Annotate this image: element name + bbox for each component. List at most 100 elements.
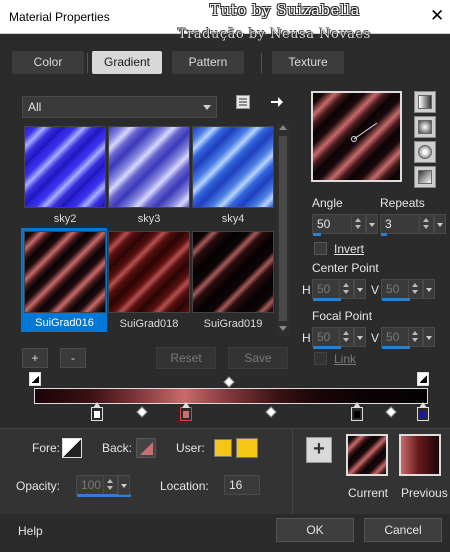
previous-label: Previous xyxy=(401,486,448,500)
center-h-dropdown-icon[interactable] xyxy=(354,279,366,299)
arrow-right-icon[interactable] xyxy=(270,95,284,109)
opacity-midpoint[interactable] xyxy=(223,376,235,388)
opacity-stop-right[interactable] xyxy=(417,372,429,386)
previous-gradient-swatch[interactable] xyxy=(399,434,441,476)
tab-color[interactable]: Color xyxy=(12,51,84,74)
back-label: Back: xyxy=(102,441,133,455)
linear-style-icon[interactable] xyxy=(414,91,436,113)
stepper-arrows-icon[interactable] xyxy=(408,280,422,298)
scrollbar-thumb[interactable] xyxy=(279,136,287,321)
radial-style-icon[interactable] xyxy=(414,166,436,188)
swatch-label: sky3 xyxy=(137,213,161,225)
focal-h-stepper[interactable]: 50 xyxy=(312,327,354,349)
color-midpoint[interactable] xyxy=(136,406,148,418)
angle-stepper[interactable]: 50 xyxy=(312,214,366,236)
fore-label: Fore: xyxy=(32,441,61,455)
focal-h-dropdown-icon[interactable] xyxy=(354,327,366,347)
category-value: All xyxy=(28,100,42,114)
category-dropdown[interactable]: All xyxy=(22,96,217,118)
tab-divider xyxy=(261,53,262,73)
current-label: Current xyxy=(348,486,389,500)
center-h-stepper[interactable]: 50 xyxy=(312,279,354,301)
background-color-button[interactable] xyxy=(136,438,156,458)
color-midpoint[interactable] xyxy=(385,406,397,418)
focal-h-level-bar xyxy=(313,346,341,349)
invert-label[interactable]: Invert xyxy=(334,242,364,256)
watermark-line-1: Tuto by Suizabella xyxy=(210,1,360,19)
tab-texture[interactable]: Texture xyxy=(272,51,344,74)
user-color-swatch[interactable] xyxy=(214,439,232,457)
color-stop[interactable] xyxy=(417,402,429,421)
tab-gradient[interactable]: Gradient xyxy=(92,51,162,74)
focal-h-value: 50 xyxy=(317,330,331,344)
sunburst-style-icon[interactable] xyxy=(414,141,436,163)
opacity-dropdown-icon[interactable] xyxy=(118,475,130,495)
focal-point-label: Focal Point xyxy=(312,309,373,323)
focal-v-stepper[interactable]: 50 xyxy=(381,327,423,349)
angle-label: Angle xyxy=(312,196,343,210)
center-h-value: 50 xyxy=(317,282,331,296)
angle-dropdown-icon[interactable] xyxy=(366,214,378,234)
repeats-dropdown-icon[interactable] xyxy=(434,214,446,234)
gradient-swatch-suigrad019[interactable] xyxy=(192,231,274,313)
stepper-arrows-icon[interactable] xyxy=(103,476,117,494)
focal-v-dropdown-icon[interactable] xyxy=(423,327,435,347)
cancel-button[interactable]: Cancel xyxy=(364,518,442,542)
add-to-swatch-button[interactable]: + xyxy=(306,437,332,463)
color-stop[interactable] xyxy=(91,402,103,421)
gradient-swatch-sky3[interactable] xyxy=(108,126,190,208)
link-checkbox[interactable] xyxy=(314,352,327,365)
repeats-label: Repeats xyxy=(380,196,425,210)
tab-pattern[interactable]: Pattern xyxy=(172,51,244,74)
angle-level-bar xyxy=(313,233,321,236)
angle-value: 50 xyxy=(317,217,331,231)
stepper-arrows-icon[interactable] xyxy=(419,215,433,233)
focal-v-value: 50 xyxy=(386,330,400,344)
color-stop[interactable] xyxy=(351,402,363,421)
focal-h-label: H xyxy=(302,331,311,345)
gradient-swatch-suigrad016[interactable] xyxy=(24,231,106,313)
location-input[interactable]: 16 xyxy=(224,475,260,495)
remove-gradient-button[interactable]: - xyxy=(60,348,86,368)
center-point-label: Center Point xyxy=(312,261,379,275)
link-label[interactable]: Link xyxy=(334,352,356,366)
current-gradient-swatch[interactable] xyxy=(346,434,388,476)
location-label: Location: xyxy=(160,479,209,493)
swatch-label: SuiGrad019 xyxy=(203,318,263,330)
color-midpoint[interactable] xyxy=(265,406,277,418)
help-button[interactable]: Help xyxy=(18,524,43,538)
swatch-label: SuiGrad018 xyxy=(119,318,179,330)
swatch-label-selected: SuiGrad016 xyxy=(22,317,107,329)
stepper-arrows-icon[interactable] xyxy=(408,328,422,346)
opacity-stop-left[interactable] xyxy=(29,372,41,386)
close-icon[interactable]: ✕ xyxy=(430,6,444,26)
scroll-up-icon[interactable] xyxy=(279,125,287,130)
color-stop-selected[interactable] xyxy=(180,402,192,421)
invert-checkbox[interactable] xyxy=(314,242,327,255)
scroll-down-icon[interactable] xyxy=(279,326,287,331)
center-h-level-bar xyxy=(313,298,341,301)
gradient-swatch-sky4[interactable] xyxy=(192,126,274,208)
gradient-swatch-suigrad018[interactable] xyxy=(108,231,190,313)
center-v-dropdown-icon[interactable] xyxy=(423,279,435,299)
center-v-value: 50 xyxy=(386,282,400,296)
focal-v-label: V xyxy=(371,331,380,345)
add-gradient-button[interactable]: + xyxy=(22,348,48,368)
gradient-preview[interactable] xyxy=(311,91,402,182)
foreground-color-button[interactable] xyxy=(62,438,82,458)
save-button[interactable]: Save xyxy=(228,347,288,369)
user-color-button[interactable] xyxy=(236,438,258,458)
repeats-stepper[interactable]: 3 xyxy=(380,214,434,236)
ok-button[interactable]: OK xyxy=(276,518,354,542)
reset-button[interactable]: Reset xyxy=(156,347,216,369)
opacity-stepper[interactable]: 100 xyxy=(76,475,131,497)
swatch-label: sky4 xyxy=(221,213,245,225)
stepper-arrows-icon[interactable] xyxy=(339,280,353,298)
center-v-stepper[interactable]: 50 xyxy=(381,279,423,301)
list-icon[interactable] xyxy=(236,95,250,109)
stepper-arrows-icon[interactable] xyxy=(339,328,353,346)
stepper-arrows-icon[interactable] xyxy=(351,215,365,233)
gradient-swatch-sky2[interactable] xyxy=(24,126,106,208)
watermark-line-2: Tradução by Neusa Novaes xyxy=(178,27,371,42)
rectangular-style-icon[interactable] xyxy=(414,116,436,138)
